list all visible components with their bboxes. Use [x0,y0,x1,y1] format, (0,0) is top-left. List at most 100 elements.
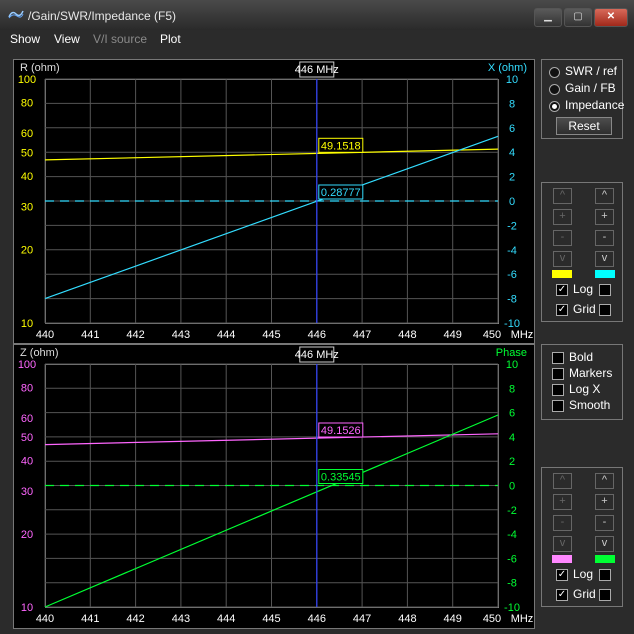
radio-impedance-label: Impedance [565,98,625,112]
impedance-window: /Gain/SWR/Impedance (F5) ▁ ▢ ✕ Show View… [0,0,634,634]
bottom-left-plus-button[interactable]: + [553,494,572,510]
bottom-cursor-label: 446 MHz [295,349,339,361]
bottom-grid-right-checkbox[interactable] [599,589,611,601]
bottom-x-unit-label: MHz [511,613,534,625]
bottom-left-tick-label: 30 [21,486,33,498]
bottom-right-minus-button[interactable]: - [595,515,614,531]
log-left-checkbox[interactable]: ✓ [556,284,568,296]
charts-area: 440 441 442 443 444 445 446 447 448 449 450 MHz-10-… [13,59,535,629]
top-right-up-button[interactable]: ^ [595,188,614,204]
bottom-left-tick-label: 20 [21,529,33,541]
right-series-color-swatch[interactable] [595,270,615,278]
bottom-right-tick-label: -4 [507,529,517,541]
grid-left-checkbox[interactable]: ✓ [556,304,568,316]
bottom-left-up-button[interactable]: ^ [553,473,572,489]
bold-checkbox[interactable] [552,352,564,364]
top-right-readout: 0.28777 [321,187,361,199]
top-x-tick-label: 441 [81,329,99,341]
bottom-right-tick-label: -8 [507,578,517,590]
markers-label: Markers [569,366,613,380]
top-left-axis-label: R (ohm) [20,62,60,74]
top-left-tick-label: 60 [21,128,33,140]
top-right-minus-button[interactable]: - [595,230,614,246]
smooth-label: Smooth [569,398,611,412]
top-right-tick-label: -8 [507,294,517,306]
top-x-tick-label: 448 [398,329,416,341]
top-right-tick-label: -4 [507,245,517,257]
top-x-unit-label: MHz [511,329,534,341]
bottom-left-minus-button[interactable]: - [553,515,572,531]
bottom-x-tick-label: 442 [126,613,144,625]
top-x-tick-label: 450 [483,329,501,341]
bottom-x-tick-label: 447 [353,613,371,625]
top-right-plus-button[interactable]: + [595,209,614,225]
bottom-x-tick-label: 448 [398,613,416,625]
bottom-right-tick-label: 0 [509,481,515,493]
bottom-x-tick-label: 441 [81,613,99,625]
bottom-chart-controls: ^ ^ + + - - v v ✓ Log ✓ Grid [541,467,623,607]
maximize-button[interactable]: ▢ [564,8,592,27]
close-button[interactable]: ✕ [594,8,628,27]
grid-right-checkbox[interactable] [599,304,611,316]
top-right-tick-label: -10 [504,318,520,330]
top-x-tick-label: 445 [262,329,280,341]
left-series-color-swatch[interactable] [552,270,572,278]
bottom-right-axis-label: Phase [496,347,527,359]
bottom-left-tick-label: 100 [18,359,36,371]
bottom-right-down-button[interactable]: v [595,536,614,552]
bottom-x-tick-label: 449 [444,613,462,625]
smooth-checkbox[interactable] [552,400,564,412]
top-chart-controls: ^ ^ + + - - v v ✓ Log ✓ Grid [541,182,623,322]
markers-checkbox[interactable] [552,368,564,380]
radio-swr-label: SWR / ref [565,64,618,78]
bottom-log-right-checkbox[interactable] [599,569,611,581]
mode-panel: SWR / ref Gain / FB Impedance Reset [541,59,625,139]
bottom-right-tick-label: -6 [507,553,517,565]
bottom-left-tick-label: 40 [21,456,33,468]
bottom-grid-left-checkbox[interactable]: ✓ [556,589,568,601]
bottom-right-tick-label: 2 [509,456,515,468]
top-x-tick-label: 442 [126,329,144,341]
bottom-x-tick-label: 450 [483,613,501,625]
logx-checkbox[interactable] [552,384,564,396]
top-left-plus-button[interactable]: + [553,209,572,225]
top-left-down-button[interactable]: v [553,251,572,267]
log-right-checkbox[interactable] [599,284,611,296]
bottom-right-tick-label: -2 [507,505,517,517]
top-left-tick-label: 40 [21,171,33,183]
top-right-axis-label: X (ohm) [488,62,527,74]
reset-button[interactable]: Reset [556,117,612,135]
top-left-tick-label: 10 [21,318,33,330]
bottom-left-tick-label: 50 [21,432,33,444]
logx-label: Log X [569,382,601,396]
top-right-tick-label: -6 [507,269,517,281]
bottom-right-readout: 0.33545 [321,472,361,484]
bottom-left-tick-label: 80 [21,383,33,395]
top-left-tick-label: 100 [18,74,36,86]
log-label: Log [573,282,594,296]
bottom-log-left-checkbox[interactable]: ✓ [556,569,568,581]
top-right-down-button[interactable]: v [595,251,614,267]
radio-impedance[interactable] [549,101,560,112]
bottom-left-tick-label: 60 [21,413,33,425]
bottom-left-series-color-swatch[interactable] [552,555,572,563]
bottom-grid-label: Grid [573,587,596,601]
top-right-tick-label: -2 [507,220,517,232]
top-right-tick-label: 8 [509,98,515,110]
radio-swr[interactable] [549,67,560,78]
top-left-up-button[interactable]: ^ [553,188,572,204]
top-left-minus-button[interactable]: - [553,230,572,246]
bottom-x-tick-label: 443 [172,613,190,625]
bottom-left-down-button[interactable]: v [553,536,572,552]
bottom-right-tick-label: 10 [506,359,518,371]
top-x-tick-label: 447 [353,329,371,341]
top-right-tick-label: 4 [509,147,515,159]
bottom-right-plus-button[interactable]: + [595,494,614,510]
top-x-tick-label: 444 [217,329,235,341]
bottom-x-tick-label: 444 [217,613,235,625]
bottom-right-tick-label: 4 [509,432,515,444]
bottom-right-up-button[interactable]: ^ [595,473,614,489]
radio-gain[interactable] [549,84,560,95]
bottom-left-axis-label: Z (ohm) [20,347,59,359]
bottom-right-series-color-swatch[interactable] [595,555,615,563]
